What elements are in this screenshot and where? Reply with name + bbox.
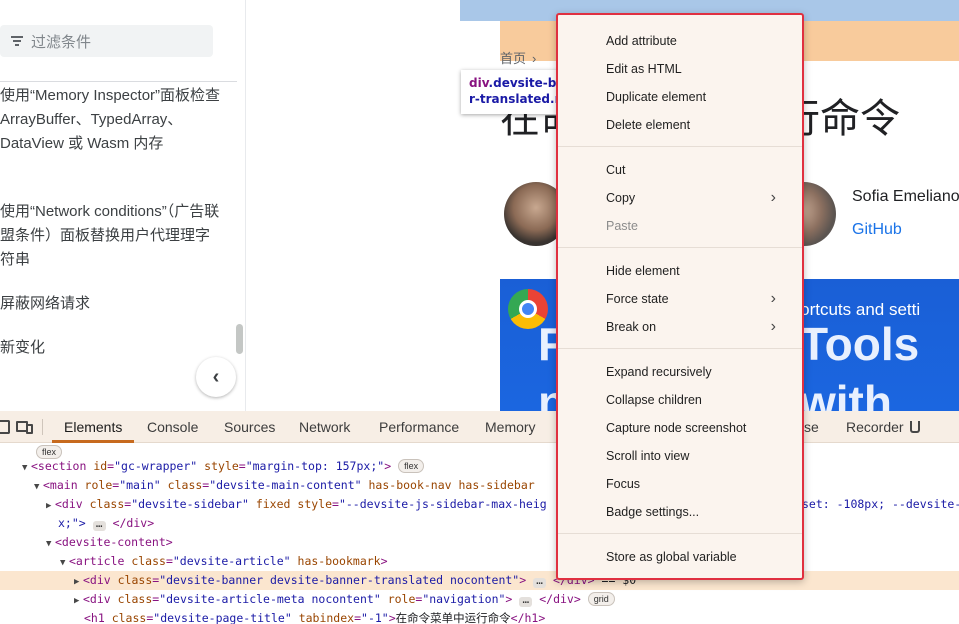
menu-item-focus[interactable]: Focus [558, 470, 802, 498]
sidebar-divider [0, 81, 237, 82]
menu-item-scroll-into-view[interactable]: Scroll into view [558, 442, 802, 470]
filter-icon [10, 34, 24, 48]
menu-item-badge-settings[interactable]: Badge settings... [558, 498, 802, 526]
toc-item-block-requests[interactable]: 屏蔽网络请求 [0, 292, 222, 316]
menu-item-delete-element[interactable]: Delete element [558, 111, 802, 139]
tab-network[interactable]: Network [299, 411, 350, 443]
dom-row-devsite-content[interactable]: ▼ <devsite-content> [0, 533, 959, 552]
dom-row-h1[interactable]: <h1 class="devsite-page-title" tabindex=… [0, 609, 959, 624]
menu-item-copy[interactable]: Copy › [558, 184, 802, 212]
menu-item-paste: Paste [606, 219, 638, 233]
menu-separator [558, 533, 802, 534]
element-context-menu: Add attribute Edit as HTML Duplicate ele… [556, 13, 804, 580]
breadcrumb-separator: › [532, 51, 537, 66]
menu-item-capture-node-screenshot[interactable]: Capture node screenshot [558, 414, 802, 442]
dom-tree: flex ▼ <section id="gc-wrapper" style="ma… [0, 443, 959, 624]
menu-item-hide-element[interactable]: Hide element [558, 257, 802, 285]
devtools-panel: Elements Console Sources Network Perform… [0, 411, 959, 624]
dom-row-article[interactable]: ▼ <article class="devsite-article" has-bo… [0, 552, 959, 571]
tab-elements[interactable]: Elements [64, 411, 122, 443]
inspect-tooltip: div.devsite-ba r-translated.n [461, 70, 561, 114]
dom-row-article-meta[interactable]: ▶ <div class="devsite-article-meta nocont… [0, 590, 959, 609]
tooltip-class-2: r-translated.n [469, 92, 561, 106]
menu-item-expand-recursively[interactable]: Expand recursively [558, 358, 802, 386]
dom-row-banner-selected[interactable]: ▶ <div class="devsite-banner devsite-bann… [0, 571, 959, 590]
flex-badge[interactable]: flex [398, 459, 425, 473]
page-gutter [246, 0, 460, 411]
menu-item-break-on[interactable]: Break on › [558, 313, 802, 341]
menu-item-copy-label: Copy [606, 191, 636, 205]
submenu-chevron-icon: › [770, 189, 776, 206]
collapse-sidebar-button[interactable]: ‹ [196, 357, 236, 397]
inspect-element-icon[interactable] [0, 420, 10, 434]
tab-recorder[interactable]: Recorder [846, 411, 920, 443]
ellipsis-button[interactable]: … [519, 594, 533, 607]
tab-lighthouse-partial[interactable]: se [804, 411, 819, 443]
menu-separator [558, 348, 802, 349]
tab-sources[interactable]: Sources [224, 411, 275, 443]
author-github-link[interactable]: GitHub [852, 221, 902, 239]
menu-separator [558, 146, 802, 147]
ellipsis-button[interactable]: … [533, 575, 547, 588]
menu-item-collapse-children[interactable]: Collapse children [558, 386, 802, 414]
menu-item-add-attribute[interactable]: Add attribute [558, 27, 802, 55]
submenu-chevron-icon: › [770, 318, 776, 335]
chevron-left-icon: ‹ [212, 365, 220, 388]
breadcrumb-home[interactable]: 首页 [500, 51, 526, 66]
devtools-tabbar: Elements Console Sources Network Perform… [0, 411, 959, 443]
toc-item-memory-inspector[interactable]: 使用“Memory Inspector”面板检查 ArrayBuffer、Typ… [0, 84, 222, 156]
device-toolbar-icon[interactable] [16, 420, 33, 434]
dom-row-sidebar-div[interactable]: ▶ <div class="devsite-sidebar" fixed styl… [0, 495, 959, 514]
submenu-chevron-icon: › [770, 290, 776, 307]
menu-item-duplicate-element[interactable]: Duplicate element [558, 83, 802, 111]
menu-item-edit-as-html[interactable]: Edit as HTML [558, 55, 802, 83]
tooltip-class-1: .devsite-ba [488, 76, 561, 90]
menu-item-cut[interactable]: Cut [558, 156, 802, 184]
dom-row-sidebar-div-cont[interactable]: x;"> … </div> [0, 514, 959, 533]
video-title-line-1: Tools [800, 318, 920, 370]
menu-item-force-state-label: Force state [606, 292, 669, 306]
menu-item-break-on-label: Break on [606, 320, 657, 334]
menu-item-force-state[interactable]: Force state › [558, 285, 802, 313]
tab-memory[interactable]: Memory [485, 411, 536, 443]
breadcrumb: 首页 › [500, 48, 536, 67]
tab-recorder-label: Recorder [846, 419, 904, 435]
tab-performance[interactable]: Performance [379, 411, 459, 443]
tooltip-tag: div [469, 76, 489, 90]
dom-row-section[interactable]: ▼ <section id="gc-wrapper" style="margin-… [0, 457, 959, 476]
tabbar-separator [42, 419, 43, 435]
sidebar-scrollbar[interactable] [236, 324, 243, 354]
toc-item-network-conditions[interactable]: 使用“Network conditions”（广告联盟条件）面板替换用户代理理字… [0, 200, 222, 272]
menu-item-store-as-global-variable[interactable]: Store as global variable [558, 543, 802, 571]
toc-item-whats-new[interactable]: 新变化 [0, 336, 222, 360]
flask-icon [909, 421, 920, 433]
filter-input[interactable]: 过滤条件 [0, 25, 213, 57]
menu-separator [558, 247, 802, 248]
dom-row-main[interactable]: ▼ <main role="main" class="devsite-main-c… [0, 476, 959, 495]
tab-console[interactable]: Console [147, 411, 198, 443]
grid-badge[interactable]: grid [587, 592, 615, 606]
author-name: Sofia Emelianova [852, 188, 959, 205]
video-title-line-2: with [800, 376, 892, 411]
filter-placeholder: 过滤条件 [31, 33, 92, 51]
docs-sidebar: 过滤条件 使用“Memory Inspector”面板检查 ArrayBuffe… [0, 0, 246, 411]
ellipsis-button[interactable]: … [92, 518, 106, 531]
